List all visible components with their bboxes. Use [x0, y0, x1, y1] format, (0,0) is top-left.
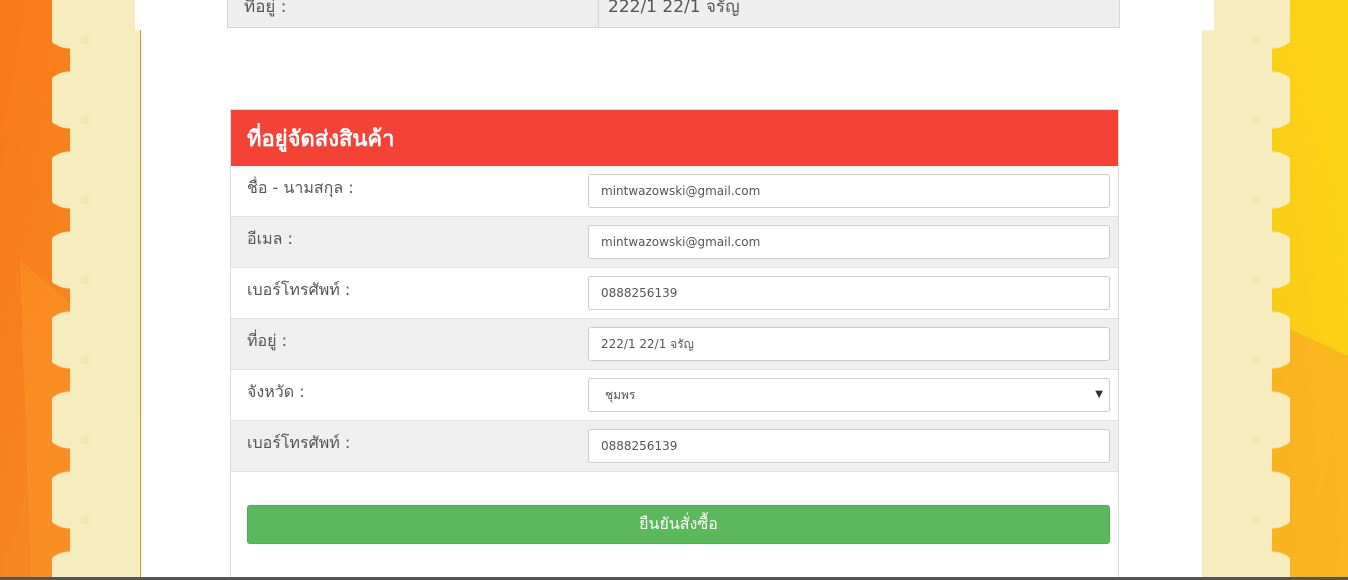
phone-row: เบอร์โทรศัพท์ : — [231, 268, 1118, 319]
province-label: จังหวัด : — [247, 381, 305, 401]
previous-address-row: ที่อยู่ : 222/1 22/1 จรัญ — [227, 0, 1120, 28]
panel-title: ที่อยู่จัดส่งสินค้า — [231, 110, 1118, 166]
previous-address-label: ที่อยู่ : — [228, 0, 599, 27]
phone-input-2[interactable] — [588, 429, 1110, 463]
phone-input[interactable] — [588, 276, 1110, 310]
address-label: ที่อยู่ : — [247, 330, 288, 350]
caret-down-icon: ▼ — [1095, 389, 1103, 400]
name-label: ชื่อ - นามสกุล : — [247, 177, 354, 197]
email-label: อีเมล : — [247, 228, 293, 248]
scallop-border-right — [1202, 0, 1290, 580]
name-input[interactable] — [588, 174, 1110, 208]
phone-label-2: เบอร์โทรศัพท์ : — [247, 432, 351, 452]
email-input[interactable] — [588, 225, 1110, 259]
address-row: ที่อยู่ : — [231, 319, 1118, 370]
name-row: ชื่อ - นามสกุล : — [231, 166, 1118, 217]
confirm-order-button[interactable]: ยืนยันสั่งซื้อ — [247, 505, 1110, 544]
province-row: จังหวัด : ชุมพร ▼ — [231, 370, 1118, 421]
province-select[interactable]: ชุมพร ▼ — [588, 378, 1110, 412]
province-selected-value: ชุมพร — [605, 387, 636, 402]
phone-label: เบอร์โทรศัพท์ : — [247, 279, 351, 299]
previous-address-value: 222/1 22/1 จรัญ — [608, 0, 740, 17]
panel-footer: ยืนยันสั่งซื้อ — [231, 472, 1118, 580]
phone-row-2: เบอร์โทรศัพท์ : — [231, 421, 1118, 472]
scallop-border-left — [52, 0, 140, 580]
shipping-address-panel: ที่อยู่จัดส่งสินค้า ชื่อ - นามสกุล : อีเ… — [230, 109, 1119, 580]
email-row: อีเมล : — [231, 217, 1118, 268]
address-input[interactable] — [588, 327, 1110, 361]
